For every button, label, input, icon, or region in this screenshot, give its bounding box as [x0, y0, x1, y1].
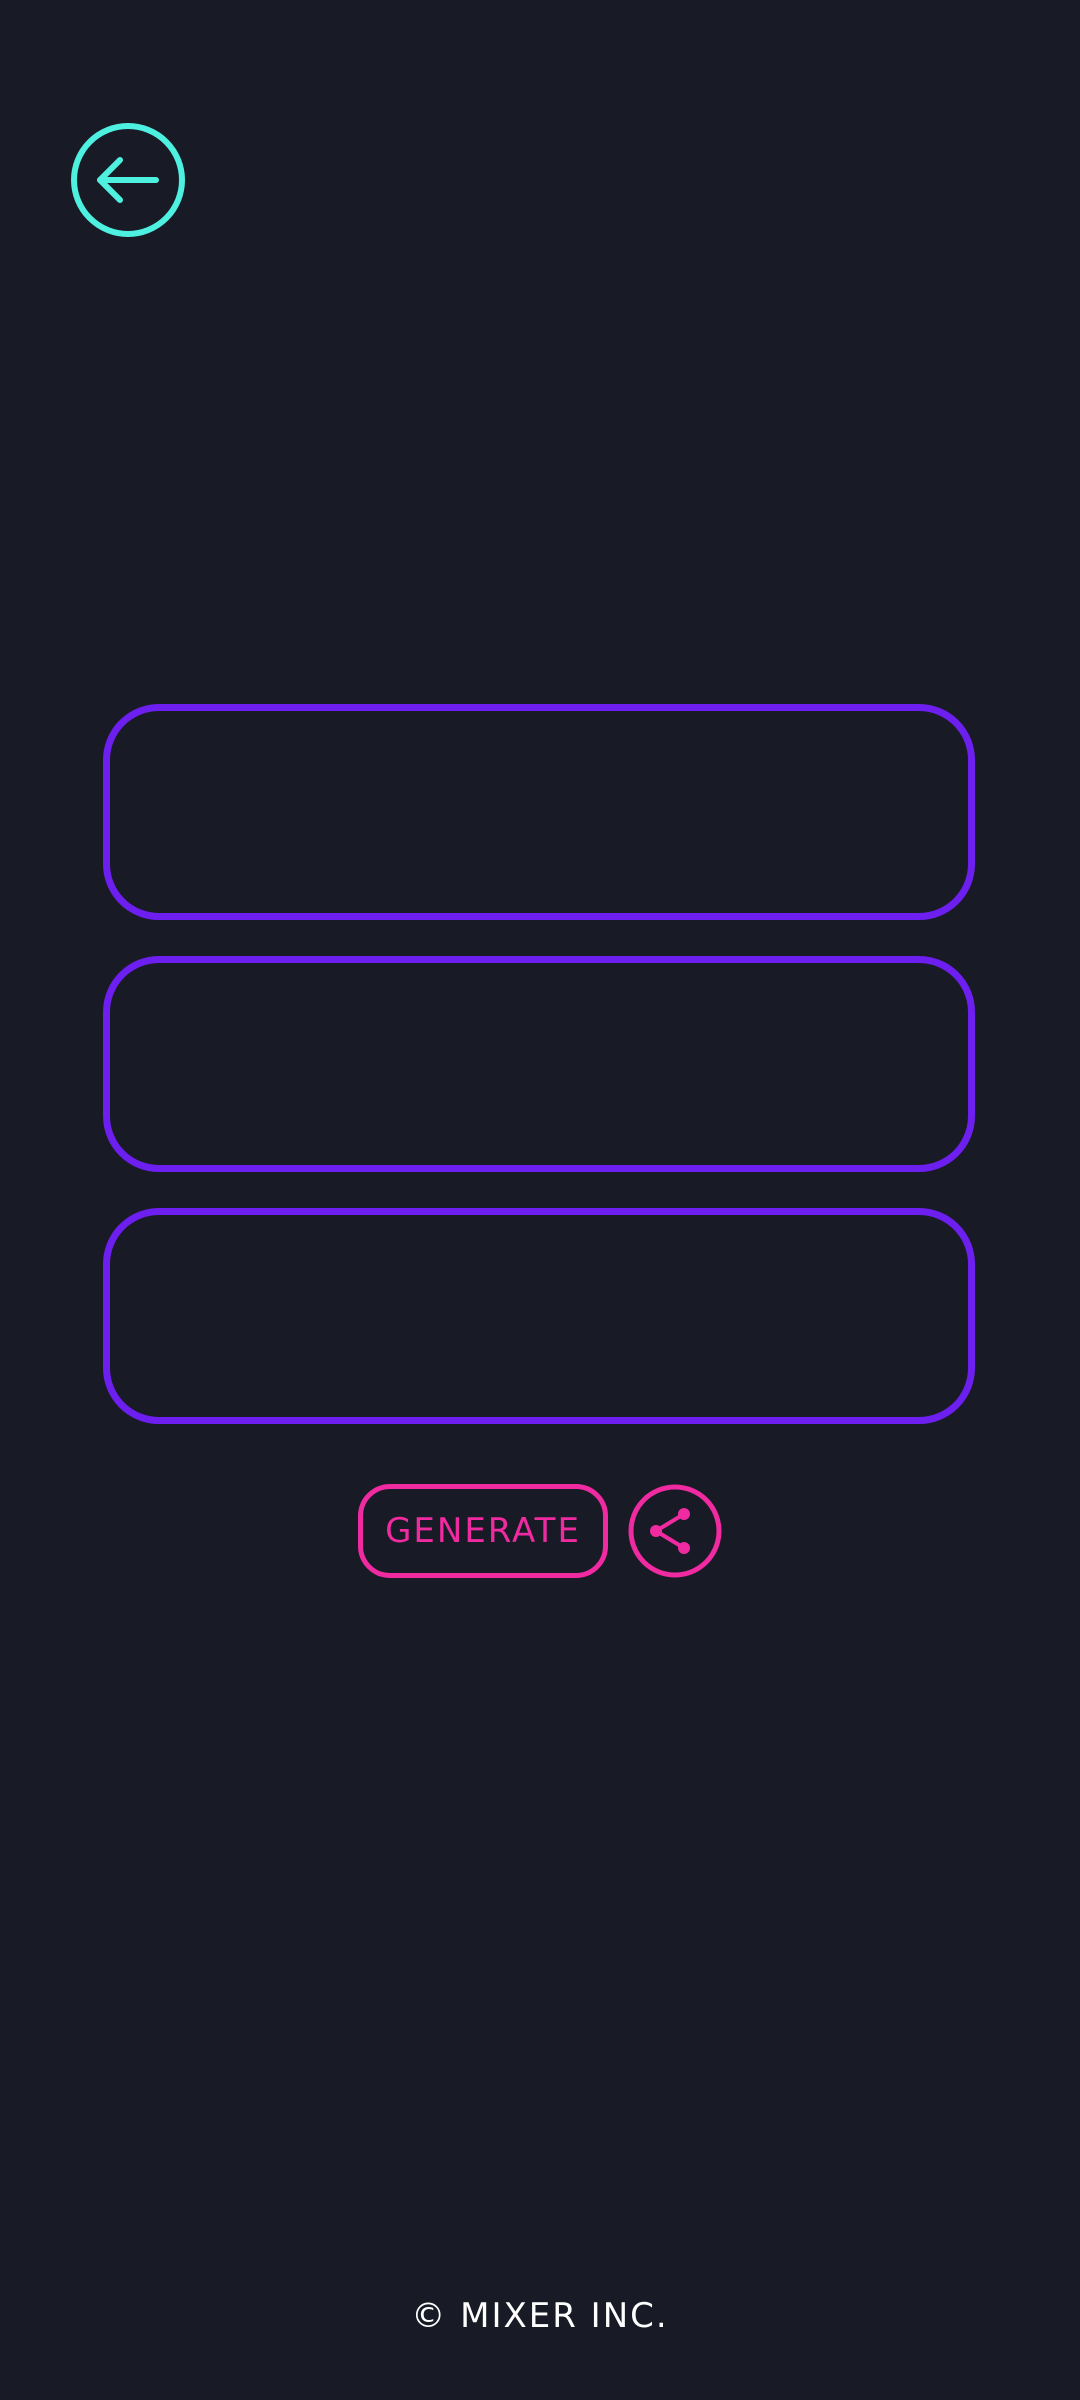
copyright-footer: © MIXER INC. [411, 2296, 669, 2336]
arrow-left-circle-icon [71, 123, 185, 237]
result-box-2 [103, 956, 975, 1172]
share-button[interactable] [628, 1484, 722, 1578]
generate-button[interactable]: GENERATE [358, 1484, 608, 1578]
back-button[interactable] [70, 122, 186, 238]
result-box-1 [103, 704, 975, 920]
result-box-3 [103, 1208, 975, 1424]
share-icon [628, 1484, 722, 1578]
